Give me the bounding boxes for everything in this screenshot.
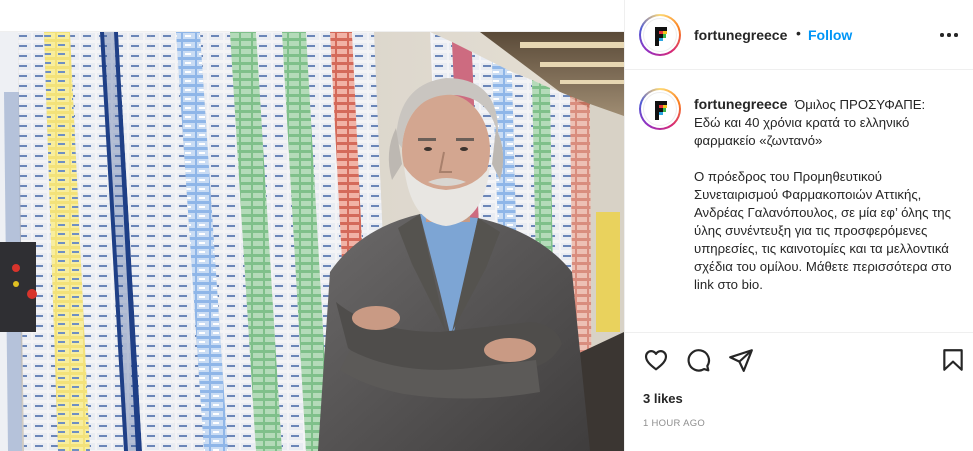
share-icon[interactable]: [728, 347, 754, 373]
likes-count[interactable]: 3 likes: [643, 391, 683, 406]
caption-avatar[interactable]: [639, 88, 681, 130]
separator-dot: •: [796, 25, 801, 41]
post-header: fortunegreece • Follow: [625, 0, 973, 70]
post-actions: [625, 343, 973, 377]
post-timestamp[interactable]: 1 HOUR AGO: [643, 418, 705, 429]
fortune-logo-icon: [655, 27, 667, 46]
follow-button[interactable]: Follow: [808, 27, 852, 43]
heart-icon[interactable]: [643, 347, 669, 373]
more-options-icon[interactable]: [937, 26, 961, 42]
header-username[interactable]: fortunegreece: [694, 27, 787, 43]
caption-section: fortunegreece Όμιλος ΠΡΟΣΥΦΑΠΕ: Εδώ και …: [625, 71, 973, 333]
post-side-panel: fortunegreece • Follow fortunegreece Όμι…: [624, 0, 973, 451]
caption-username[interactable]: fortunegreece: [694, 96, 787, 112]
comment-icon[interactable]: [685, 347, 711, 373]
account-avatar[interactable]: [639, 14, 681, 56]
caption-body: Ο πρόεδρος του Προμηθευτικού Συνεταιρισμ…: [694, 169, 952, 292]
bookmark-icon[interactable]: [940, 347, 966, 373]
post-caption: fortunegreece Όμιλος ΠΡΟΣΥΦΑΠΕ: Εδώ και …: [694, 95, 954, 294]
post-image[interactable]: [0, 32, 624, 451]
pharmacy-photo-illustration: [0, 32, 624, 451]
fortune-logo-icon: [655, 101, 667, 120]
